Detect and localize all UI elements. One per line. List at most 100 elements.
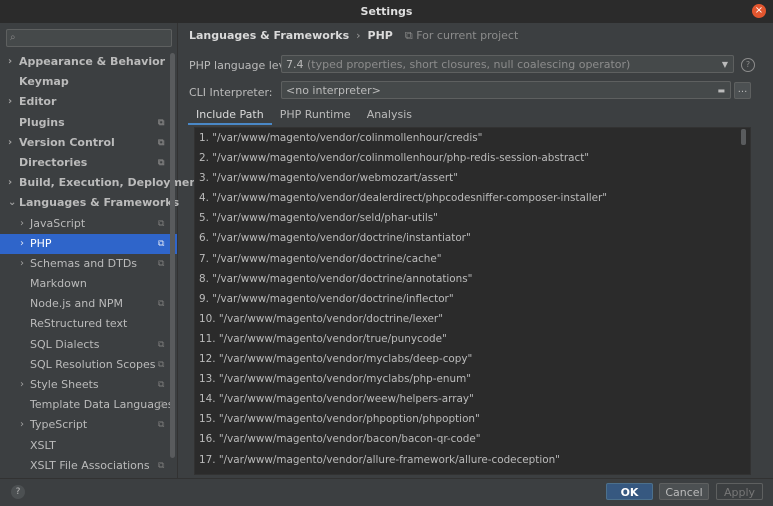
cancel-button[interactable]: Cancel bbox=[659, 483, 709, 500]
browse-interpreter-button[interactable]: ... bbox=[734, 82, 751, 99]
sidebar-item-markdown[interactable]: Markdown bbox=[0, 274, 177, 294]
sidebar-item-xslt-file-associations[interactable]: XSLT File Associations ⧉ bbox=[0, 456, 177, 476]
sidebar-item-directories[interactable]: Directories ⧉ bbox=[0, 153, 177, 173]
list-item[interactable]: 9. "/var/www/magento/vendor/doctrine/inf… bbox=[195, 289, 750, 309]
list-item[interactable]: 10. "/var/www/magento/vendor/doctrine/le… bbox=[195, 309, 750, 329]
sidebar-item-schemas-and-dtds[interactable]: › Schemas and DTDs ⧉ bbox=[0, 254, 177, 274]
sidebar-item-xslt[interactable]: XSLT bbox=[0, 436, 177, 456]
sidebar-item-javascript[interactable]: › JavaScript ⧉ bbox=[0, 214, 177, 234]
tab-include-path[interactable]: Include Path bbox=[188, 107, 272, 125]
list-item[interactable]: 3. "/var/www/magento/vendor/webmozart/as… bbox=[195, 168, 750, 188]
list-item[interactable]: 17. "/var/www/magento/vendor/allure-fram… bbox=[195, 450, 750, 470]
sidebar-item-build-execution-deployment[interactable]: › Build, Execution, Deployment bbox=[0, 173, 202, 193]
sidebar-item-sql-resolution-scopes[interactable]: SQL Resolution Scopes ⧉ bbox=[0, 355, 177, 375]
php-tabs: Include Path PHP Runtime Analysis bbox=[188, 107, 420, 125]
include-path-scrollbar[interactable] bbox=[741, 129, 746, 145]
sidebar-item-editor[interactable]: › Editor bbox=[0, 92, 177, 112]
list-item[interactable]: 6. "/var/www/magento/vendor/doctrine/ins… bbox=[195, 228, 750, 248]
sidebar-item-label: Version Control bbox=[19, 135, 115, 149]
list-item[interactable]: 16. "/var/www/magento/vendor/bacon/bacon… bbox=[195, 429, 750, 449]
sidebar-item-plugins[interactable]: Plugins ⧉ bbox=[0, 113, 177, 133]
list-item[interactable]: 5. "/var/www/magento/vendor/seld/phar-ut… bbox=[195, 208, 750, 228]
list-item[interactable]: 13. "/var/www/magento/vendor/myclabs/php… bbox=[195, 369, 750, 389]
sidebar-item-label: Keymap bbox=[19, 75, 69, 89]
close-icon[interactable]: × bbox=[752, 4, 766, 18]
chevron-right-icon[interactable]: › bbox=[8, 133, 12, 153]
sidebar-item-restructured-text[interactable]: ReStructured text bbox=[0, 314, 177, 334]
chevron-right-icon[interactable]: › bbox=[20, 214, 24, 234]
window-title: Settings bbox=[360, 5, 413, 18]
sidebar-item-keymap[interactable]: Keymap bbox=[0, 72, 177, 92]
tab-analysis[interactable]: Analysis bbox=[359, 107, 420, 123]
chevron-right-icon[interactable]: › bbox=[20, 415, 24, 435]
php-settings-panel: Languages & Frameworks › PHP ⧉ For current … bbox=[178, 23, 773, 478]
list-item[interactable]: 14. "/var/www/magento/vendor/weew/helper… bbox=[195, 389, 750, 409]
sidebar-item-label: SQL Dialects bbox=[30, 337, 100, 351]
breadcrumb-parent[interactable]: Languages & Frameworks bbox=[189, 29, 349, 42]
cli-interpreter-select[interactable]: <no interpreter> ▬ bbox=[281, 81, 731, 99]
project-scope-icon: ⧉ bbox=[158, 400, 165, 411]
breadcrumb-current: PHP bbox=[367, 29, 393, 42]
sidebar-item-label: Template Data Languages bbox=[30, 398, 174, 412]
chevron-down-icon: ▼ bbox=[721, 60, 728, 69]
sidebar-item-label: XSLT bbox=[30, 438, 56, 452]
cli-interpreter-value: <no interpreter> bbox=[286, 84, 381, 97]
sidebar-scrollbar[interactable] bbox=[170, 53, 175, 458]
chevron-right-icon[interactable]: › bbox=[20, 234, 24, 254]
title-bar: Settings × bbox=[0, 0, 773, 23]
list-item[interactable]: 4. "/var/www/magento/vendor/dealerdirect… bbox=[195, 188, 750, 208]
list-item[interactable]: 2. "/var/www/magento/vendor/colinmollenh… bbox=[195, 148, 750, 168]
tab-php-runtime[interactable]: PHP Runtime bbox=[272, 107, 359, 123]
settings-search-input[interactable]: ⌕ bbox=[6, 29, 172, 47]
chevron-right-icon[interactable]: › bbox=[8, 52, 12, 72]
sidebar-item-node-js-and-npm[interactable]: Node.js and NPM ⧉ bbox=[0, 294, 177, 314]
php-level-select[interactable]: 7.4 (typed properties, short closures, n… bbox=[281, 55, 734, 73]
project-scope-icon: ⧉ bbox=[158, 299, 165, 310]
project-scope-icon: ⧉ bbox=[158, 420, 165, 431]
chevron-right-icon[interactable]: › bbox=[20, 254, 24, 274]
sidebar-item-appearance-behavior[interactable]: › Appearance & Behavior bbox=[0, 52, 177, 72]
chevron-right-icon[interactable]: › bbox=[20, 375, 24, 395]
sidebar-item-version-control[interactable]: › Version Control ⧉ bbox=[0, 133, 177, 153]
php-level-value: 7.4 bbox=[286, 58, 304, 71]
scope-label: For current project bbox=[416, 29, 519, 42]
sidebar-item-label: ReStructured text bbox=[30, 317, 128, 331]
sidebar-item-label: PHP bbox=[30, 236, 52, 250]
sidebar-item-label: Schemas and DTDs bbox=[30, 256, 138, 270]
chevron-down-icon[interactable]: ⌄ bbox=[8, 193, 16, 213]
project-scope-icon: ⧉ bbox=[158, 359, 165, 370]
sidebar-item-label: JavaScript bbox=[30, 216, 86, 230]
settings-tree: › Appearance & Behavior Keymap › Editor Plugi… bbox=[0, 52, 202, 476]
list-item[interactable]: 15. "/var/www/magento/vendor/phpoption/p… bbox=[195, 409, 750, 429]
list-item[interactable]: 1. "/var/www/magento/vendor/colinmollenh… bbox=[195, 128, 750, 148]
chevron-right-icon[interactable]: › bbox=[8, 173, 12, 193]
help-button[interactable]: ? bbox=[11, 485, 25, 499]
project-scope-icon: ⧉ bbox=[158, 258, 165, 269]
sidebar-item-label: TypeScript bbox=[30, 418, 88, 432]
settings-sidebar: ⌕ › Appearance & Behavior Keymap › Editor Plu… bbox=[0, 23, 202, 478]
sidebar-item-typescript[interactable]: › TypeScript ⧉ bbox=[0, 415, 177, 435]
sidebar-item-languages-frameworks[interactable]: ⌄ Languages & Frameworks bbox=[0, 193, 180, 213]
sidebar-item-label: Languages & Frameworks bbox=[19, 196, 180, 210]
breadcrumb-separator: › bbox=[356, 29, 361, 42]
search-icon: ⌕ bbox=[10, 32, 16, 43]
apply-button[interactable]: Apply bbox=[716, 483, 763, 500]
sidebar-item-style-sheets[interactable]: › Style Sheets ⧉ bbox=[0, 375, 177, 395]
project-scope-icon: ⧉ bbox=[158, 460, 165, 471]
help-icon[interactable]: ? bbox=[741, 58, 755, 72]
list-item[interactable]: 11. "/var/www/magento/vendor/true/punyco… bbox=[195, 329, 750, 349]
sidebar-item-template-data-languages[interactable]: Template Data Languages ⧉ bbox=[0, 395, 177, 415]
chevron-down-icon: ▬ bbox=[717, 86, 725, 95]
ok-button[interactable]: OK bbox=[606, 483, 653, 500]
sidebar-item-sql-dialects[interactable]: SQL Dialects ⧉ bbox=[0, 335, 177, 355]
sidebar-item-label: Plugins bbox=[19, 115, 65, 129]
sidebar-item-php[interactable]: › PHP ⧉ bbox=[0, 233, 177, 254]
list-item[interactable]: 8. "/var/www/magento/vendor/doctrine/ann… bbox=[195, 269, 750, 289]
list-item[interactable]: 12. "/var/www/magento/vendor/myclabs/dee… bbox=[195, 349, 750, 369]
cli-interpreter-label: CLI Interpreter: bbox=[189, 86, 273, 99]
project-scope-icon: ⧉ bbox=[404, 29, 413, 42]
project-scope-icon: ⧉ bbox=[158, 157, 165, 168]
list-item[interactable]: 7. "/var/www/magento/vendor/doctrine/cac… bbox=[195, 249, 750, 269]
chevron-right-icon[interactable]: › bbox=[8, 92, 12, 112]
include-path-list[interactable]: 1. "/var/www/magento/vendor/colinmollenh… bbox=[194, 127, 751, 475]
